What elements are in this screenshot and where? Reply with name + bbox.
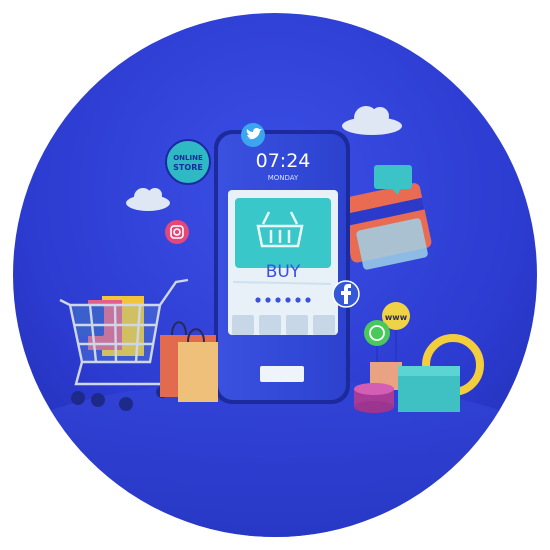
online-store-line1: ONLINE (173, 154, 203, 162)
ecommerce-illustration: 07:24 MONDAY BUY ONLINE STORE www (13, 13, 537, 537)
instagram-icon[interactable] (165, 220, 189, 244)
clock-time: 07:24 (256, 150, 311, 172)
home-button[interactable] (260, 366, 304, 382)
floor (13, 380, 537, 537)
facebook-icon[interactable] (332, 280, 360, 308)
buy-label[interactable]: BUY (266, 262, 301, 282)
clock-day: MONDAY (268, 174, 299, 182)
online-store-badge: ONLINE STORE (165, 139, 211, 185)
www-label: www (385, 313, 408, 322)
online-store-line2: STORE (173, 163, 203, 172)
twitter-icon[interactable] (241, 123, 265, 147)
